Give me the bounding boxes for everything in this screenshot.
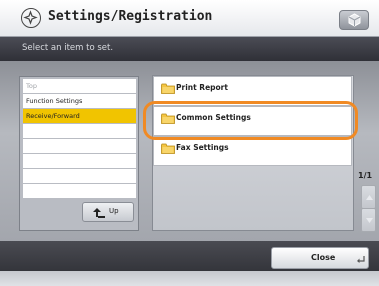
menu-item-fax-settings[interactable]: Fax Settings (153, 136, 352, 166)
menu-item-label: Fax Settings (176, 143, 229, 152)
menu-item-label: Print Report (176, 83, 228, 92)
scroll-down-button[interactable] (361, 208, 376, 232)
tree-item-empty (23, 124, 136, 139)
folder-icon (161, 113, 175, 124)
settings-gear-icon (21, 8, 41, 28)
menu-item-print-report[interactable]: Print Report (153, 76, 352, 106)
tree-item-function-settings[interactable]: Function Settings (23, 94, 136, 109)
navigation-tree-panel: Top Function Settings Receive/Forward Up (19, 76, 139, 231)
top-right-button[interactable] (339, 10, 369, 30)
tree-item-top[interactable]: Top (23, 79, 136, 94)
menu-item-label: Common Settings (176, 113, 251, 122)
tree-item-empty (23, 184, 136, 199)
tree-item-empty (23, 139, 136, 154)
footer-strip (0, 271, 379, 286)
folder-icon (161, 143, 175, 154)
box-icon (348, 13, 361, 27)
navigation-tree: Top Function Settings Receive/Forward (23, 79, 136, 199)
tree-item-empty (23, 154, 136, 169)
menu-item-common-settings[interactable]: Common Settings (153, 106, 352, 136)
enter-icon (357, 256, 365, 263)
up-button[interactable]: Up (82, 202, 134, 222)
close-button[interactable]: Close (271, 247, 369, 269)
tree-item-receive-forward[interactable]: Receive/Forward (23, 109, 136, 124)
page-indicator: 1/1 (358, 171, 373, 180)
instruction-text: Select an item to set. (22, 43, 114, 53)
tree-item-empty (23, 169, 136, 184)
scroll-up-button[interactable] (361, 185, 376, 209)
title-bar: Settings/Registration (0, 0, 379, 37)
up-arrow-icon (93, 208, 105, 218)
triangle-down-icon (366, 218, 373, 223)
folder-icon (161, 83, 175, 94)
up-label: Up (109, 207, 119, 215)
page-title: Settings/Registration (48, 9, 213, 24)
triangle-up-icon (366, 195, 373, 200)
close-label: Close (311, 253, 336, 262)
